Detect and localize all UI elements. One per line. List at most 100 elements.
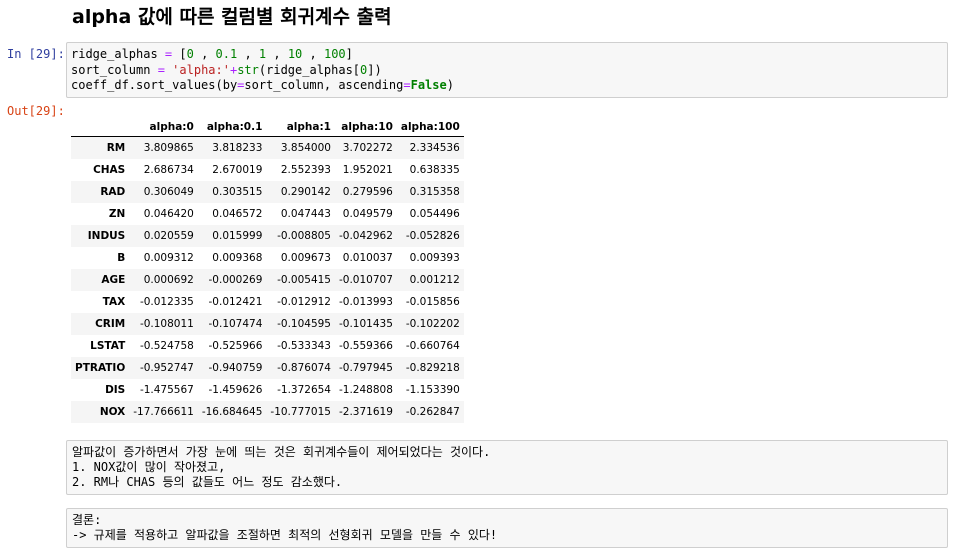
table-cell: 2.334536 bbox=[409, 142, 460, 154]
row-label: RM bbox=[106, 142, 126, 154]
code-line-3: coeff_df.sort_values(by =sort_column, asc… bbox=[71, 78, 943, 94]
table-cell: -0.829218 bbox=[405, 362, 460, 374]
table-row: B 0.009312 0.009368 0.009673 0.010037 0.00939… bbox=[71, 247, 464, 269]
table-cell: 0.279596 bbox=[342, 186, 393, 198]
column-header: alpha:100 bbox=[396, 117, 464, 137]
table-row: INDUS 0.020559 0.015999 -0.008805 -0.042962-… bbox=[71, 225, 464, 247]
table-cell: -16.684645 bbox=[201, 406, 263, 418]
code-number: 100 bbox=[323, 47, 346, 61]
table-cell: -0.559366 bbox=[338, 340, 393, 352]
table-cell: -0.107474 bbox=[208, 318, 263, 330]
column-header: alpha:0 bbox=[129, 117, 198, 137]
table-cell: -1.372654 bbox=[277, 384, 331, 396]
markdown-line: 결론: bbox=[72, 513, 102, 527]
code-builtin: str bbox=[237, 62, 259, 77]
markdown-cell-conclusion[interactable]: 결론: -> 규제를 적용하고 알파값을 조절하면 최적의 선형회귀 모델을 만들… bbox=[66, 508, 948, 548]
row-label: RAD bbox=[100, 186, 126, 198]
table-cell: 0.638335 bbox=[409, 164, 460, 176]
table-cell: -0.012335 bbox=[139, 296, 194, 308]
code-token: sort_column, ascending bbox=[244, 78, 404, 92]
table-row: RAD 0.306049 0.303515 0.290142 0.279596 0.315… bbox=[71, 181, 464, 203]
row-label: LSTAT bbox=[90, 340, 126, 352]
code-operator: = bbox=[403, 78, 411, 92]
code-token: sort_column bbox=[71, 62, 158, 77]
table-cell: -2.371619 bbox=[338, 406, 393, 418]
table-row: ZN 0.046420 0.046572 0.047443 0.049579 0.0544… bbox=[71, 203, 464, 225]
table-cell: -10.777015 bbox=[270, 406, 331, 418]
code-keyword: False bbox=[410, 78, 447, 92]
table-cell: -0.940759 bbox=[208, 362, 263, 374]
code-token: , bbox=[302, 47, 324, 61]
table-cell: -1.459626 bbox=[208, 384, 263, 396]
code-token: , bbox=[193, 47, 216, 61]
table-cell: 0.009673 bbox=[280, 252, 331, 264]
table-cell: 0.009312 bbox=[143, 252, 194, 264]
table-cell: 0.020559 bbox=[143, 230, 194, 242]
table-cell: -0.005415 bbox=[277, 274, 331, 286]
table-cell: 2.686734 bbox=[143, 164, 194, 176]
table-cell: -0.042962 bbox=[338, 230, 393, 242]
markdown-cell-observation[interactable]: 알파값이 증가하면서 가장 눈에 띄는 것은 회귀계수들이 제어되었다는 것이다… bbox=[66, 440, 948, 495]
table-cell: 3.818233 bbox=[212, 142, 263, 154]
table-cell: -0.015856 bbox=[405, 296, 460, 308]
code-token: ] bbox=[345, 47, 353, 61]
dataframe-header: alpha:0 alpha:0.1 alpha:1 alpha:10 alpha:100 bbox=[71, 117, 464, 137]
table-row: PTRATIO -0.952747 -0.940759 -0.876074 -0.797… bbox=[71, 357, 464, 379]
table-cell: -1.475567 bbox=[139, 384, 194, 396]
table-cell: -1.248808 bbox=[338, 384, 393, 396]
table-cell: -0.052826 bbox=[405, 230, 460, 242]
markdown-line: 2. RM나 CHAS 등의 값들도 어느 정도 감소했다. bbox=[72, 475, 343, 489]
column-header: alpha:1 bbox=[266, 117, 335, 137]
table-cell: 1.952021 bbox=[342, 164, 393, 176]
table-cell: 0.000692 bbox=[143, 274, 194, 286]
code-number: 0 bbox=[186, 47, 194, 61]
markdown-line: 알파값이 증가하면서 가장 눈에 띄는 것은 회귀계수들이 제어되었다는 것이다… bbox=[72, 445, 491, 459]
row-label: CHAS bbox=[93, 164, 126, 176]
table-cell: 0.001212 bbox=[409, 274, 460, 286]
row-label: B bbox=[117, 252, 126, 264]
code-token: ]) bbox=[367, 62, 382, 77]
table-cell: -0.008805 bbox=[277, 230, 331, 242]
column-header: alpha:0.1 bbox=[197, 117, 267, 137]
table-cell: -0.533343 bbox=[277, 340, 331, 352]
code-token: , bbox=[266, 47, 288, 61]
table-cell: -0.012421 bbox=[208, 296, 263, 308]
index-header bbox=[71, 117, 130, 137]
table-cell: 0.049579 bbox=[342, 208, 393, 220]
code-token: (ridge_alphas[ bbox=[258, 62, 361, 77]
code-line-2: sort_column = 'alpha:'+str(ridge_alphas[… bbox=[71, 63, 943, 79]
output-prompt: Out[29]: bbox=[7, 104, 65, 118]
table-cell: -17.766611 bbox=[133, 406, 194, 418]
table-cell: -0.010707 bbox=[338, 274, 393, 286]
table-cell: 3.702272 bbox=[342, 142, 393, 154]
table-cell: -0.012912 bbox=[277, 296, 331, 308]
code-token: , bbox=[237, 47, 259, 61]
table-cell: -0.876074 bbox=[277, 362, 331, 374]
table-row: RM 3.809865 3.818233 3.854000 3.702272 2.3345… bbox=[71, 136, 464, 159]
coefficient-dataframe: alpha:0 alpha:0.1 alpha:1 alpha:10 alpha:100… bbox=[71, 117, 464, 423]
table-cell: 0.054496 bbox=[409, 208, 460, 220]
table-cell: -0.660764 bbox=[405, 340, 460, 352]
table-row: NOX -17.766611 -16.684645 -10.777015 -2.3716… bbox=[71, 401, 464, 423]
code-operator: = bbox=[157, 62, 165, 77]
table-cell: 2.552393 bbox=[280, 164, 331, 176]
table-cell: -0.000269 bbox=[208, 274, 263, 286]
table-cell: 0.303515 bbox=[212, 186, 263, 198]
table-cell: 0.315358 bbox=[409, 186, 460, 198]
row-label: NOX bbox=[99, 406, 126, 418]
table-cell: -0.525966 bbox=[208, 340, 263, 352]
markdown-line: -> 규제를 적용하고 알파값을 조절하면 최적의 선형회귀 모델을 만들 수 … bbox=[72, 528, 498, 542]
table-cell: -0.013993 bbox=[338, 296, 393, 308]
code-string: 'alpha:' bbox=[172, 62, 230, 77]
code-token: [ bbox=[172, 47, 187, 61]
row-label: AGE bbox=[101, 274, 126, 286]
dataframe-body: RM 3.809865 3.818233 3.854000 3.702272 2.3345… bbox=[71, 136, 464, 423]
table-cell: 3.809865 bbox=[143, 142, 194, 154]
markdown-line: 1. NOX값이 많이 작아졌고, bbox=[72, 460, 226, 474]
header-row: alpha:0 alpha:0.1 alpha:1 alpha:10 alpha:100 bbox=[71, 117, 464, 137]
code-line-1: ridge_alphas = [0 , 0.1 , 1 , 10 , 100] bbox=[71, 47, 943, 63]
table-cell: 3.854000 bbox=[280, 142, 331, 154]
table-row: DIS -1.475567 -1.459626 -1.372654 -1.248808-… bbox=[71, 379, 464, 401]
code-cell-editor[interactable]: ridge_alphas = [0 , 0.1 , 1 , 10 , 100] s… bbox=[66, 42, 948, 98]
table-row: LSTAT -0.524758 -0.525966 -0.533343 -0.55936… bbox=[71, 335, 464, 357]
